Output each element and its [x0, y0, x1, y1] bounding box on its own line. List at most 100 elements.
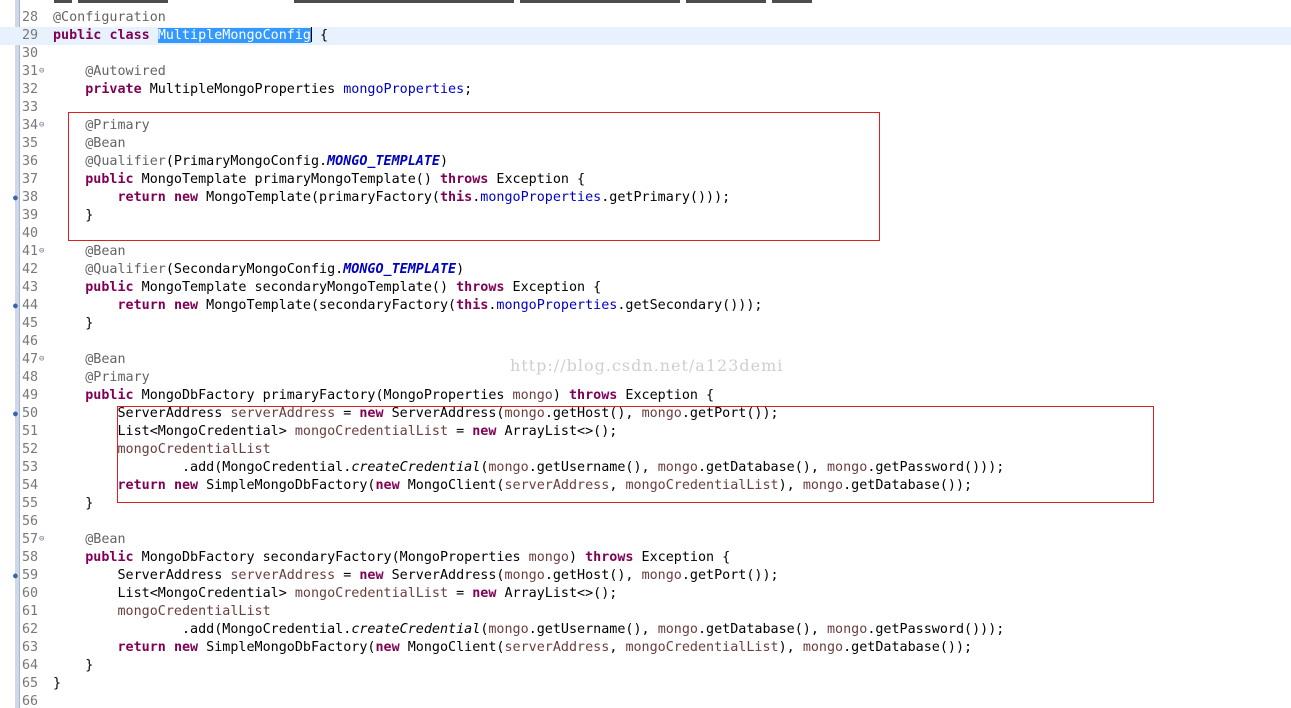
- code-line: 35 @Bean: [0, 135, 1291, 153]
- keyword: public: [53, 28, 102, 43]
- code-line: 45 }: [0, 315, 1291, 333]
- code-text: {: [312, 28, 329, 43]
- fold-collapse-icon[interactable]: ⊖: [39, 355, 48, 364]
- code-text: MultipleMongoProperties: [141, 82, 344, 97]
- code-line: 37 public MongoTemplate primaryMongoTemp…: [0, 171, 1291, 189]
- code-text: ,: [609, 478, 626, 493]
- code-text: Exception {: [633, 550, 731, 565]
- code-text: =: [448, 424, 473, 439]
- local-variable: mongo: [827, 622, 868, 637]
- code-text: (PrimaryMongoConfig.: [165, 154, 328, 169]
- line-number: 45: [22, 316, 39, 331]
- code-text: .add(MongoCredential.: [182, 460, 352, 475]
- local-variable: mongo: [657, 460, 698, 475]
- fold-collapse-icon[interactable]: ⊖: [39, 247, 48, 256]
- code-line: 30: [0, 45, 1291, 63]
- code-line: 63 return new SimpleMongoDbFactory(new M…: [0, 639, 1291, 657]
- code-line: 53 .add(MongoCredential.createCredential…: [0, 459, 1291, 477]
- keyword: public: [85, 280, 134, 295]
- line-number: 38: [22, 190, 39, 205]
- keyword: new: [359, 406, 384, 421]
- static-constant: MONGO_TEMPLATE: [343, 262, 457, 277]
- override-marker-icon: ●: [13, 193, 18, 202]
- code-text: .getSecondary()));: [617, 298, 763, 313]
- code-text: }: [53, 676, 62, 691]
- code-text: Exception {: [488, 172, 586, 187]
- code-line: 51 List<MongoCredential> mongoCredential…: [0, 423, 1291, 441]
- code-text: MongoClient(: [399, 640, 505, 655]
- code-line: 28 @Configuration: [0, 9, 1291, 27]
- code-text: .getDatabase(),: [698, 460, 827, 475]
- code-line: 32 private MultipleMongoProperties mongo…: [0, 81, 1291, 99]
- code-text: MongoTemplate primaryMongoTemplate(): [133, 172, 440, 187]
- selected-class-name[interactable]: MultipleMongoConfig: [157, 28, 311, 43]
- field-name: mongoProperties: [496, 298, 618, 313]
- code-line: 42 @Qualifier(SecondaryMongoConfig.MONGO…: [0, 261, 1291, 279]
- code-text: SimpleMongoDbFactory(: [198, 640, 376, 655]
- code-line: 58 public MongoDbFactory secondaryFactor…: [0, 549, 1291, 567]
- keyword: this: [439, 190, 473, 205]
- local-variable: mongo: [504, 406, 545, 421]
- local-variable: mongo: [512, 388, 553, 403]
- code-text: MongoClient(: [399, 478, 505, 493]
- code-text: List<MongoCredential>: [117, 424, 295, 439]
- code-text: List<MongoCredential>: [117, 586, 295, 601]
- override-marker-icon: ●: [13, 301, 18, 310]
- annotation: @Autowired: [85, 64, 166, 79]
- code-line: 57 ⊖ @Bean: [0, 531, 1291, 549]
- line-number: 36: [22, 154, 39, 169]
- fold-collapse-icon[interactable]: ⊖: [39, 121, 48, 130]
- code-text: .getUsername(),: [528, 622, 658, 637]
- code-line: 41 ⊖ @Bean: [0, 243, 1291, 261]
- code-line: 38 ● return new MongoTemplate(primaryFac…: [0, 189, 1291, 207]
- annotation: @Qualifier: [85, 262, 166, 277]
- local-variable: serverAddress: [504, 478, 610, 493]
- code-text: }: [85, 658, 94, 673]
- code-text: .getUsername(),: [528, 460, 658, 475]
- static-constant: MONGO_TEMPLATE: [327, 154, 440, 169]
- keyword: new: [375, 640, 400, 655]
- code-line: 46: [0, 333, 1291, 351]
- line-number: 54: [22, 478, 39, 493]
- keyword: new: [375, 478, 400, 493]
- code-line: 44 ● return new MongoTemplate(secondaryF…: [0, 297, 1291, 315]
- keyword: this: [456, 298, 489, 313]
- code-line: 34 ⊖ @Primary: [0, 117, 1291, 135]
- local-variable: mongo: [641, 406, 682, 421]
- keyword: new: [173, 298, 199, 313]
- local-variable: mongoCredentialList: [625, 640, 779, 655]
- code-line: 55 }: [0, 495, 1291, 513]
- override-marker-icon: ●: [13, 409, 18, 418]
- code-line: 59 ● ServerAddress serverAddress = new S…: [0, 567, 1291, 585]
- keyword: private: [85, 82, 142, 97]
- line-number: 66: [22, 694, 39, 708]
- local-variable: mongo: [827, 460, 868, 475]
- code-text: =: [448, 586, 473, 601]
- code-text: ): [440, 154, 449, 169]
- code-text: ),: [778, 478, 803, 493]
- code-text: ServerAddress(: [383, 406, 505, 421]
- keyword: throws: [568, 388, 618, 403]
- code-line: 60 List<MongoCredential> mongoCredential…: [0, 585, 1291, 603]
- code-text: MongoDbFactory primaryFactory(MongoPrope…: [133, 388, 513, 403]
- code-editor[interactable]: 28 @Configuration 29 public class Multip…: [0, 0, 1291, 708]
- code-text: MongoTemplate secondaryMongoTemplate(): [133, 280, 457, 295]
- fold-collapse-icon[interactable]: ⊖: [39, 67, 48, 76]
- line-number: 33: [22, 100, 39, 115]
- local-variable: mongo: [528, 550, 569, 565]
- fold-collapse-icon[interactable]: ⊖: [39, 535, 48, 544]
- line-number: 65: [22, 676, 39, 691]
- keyword: return: [117, 190, 166, 205]
- code-text: MongoTemplate(secondaryFactory(: [198, 298, 457, 313]
- line-number: 35: [22, 136, 39, 151]
- code-text: =: [335, 406, 360, 421]
- keyword: new: [173, 190, 199, 205]
- editor-tab-strip-clipped: [0, 0, 1291, 9]
- code-text: .getDatabase());: [843, 640, 973, 655]
- code-line: 36 @Qualifier(PrimaryMongoConfig.MONGO_T…: [0, 153, 1291, 171]
- keyword: throws: [585, 550, 634, 565]
- code-line: 61 mongoCredentialList: [0, 603, 1291, 621]
- code-text: ArrayList<>();: [496, 424, 618, 439]
- local-variable: serverAddress: [504, 640, 610, 655]
- line-number: 55: [22, 496, 39, 511]
